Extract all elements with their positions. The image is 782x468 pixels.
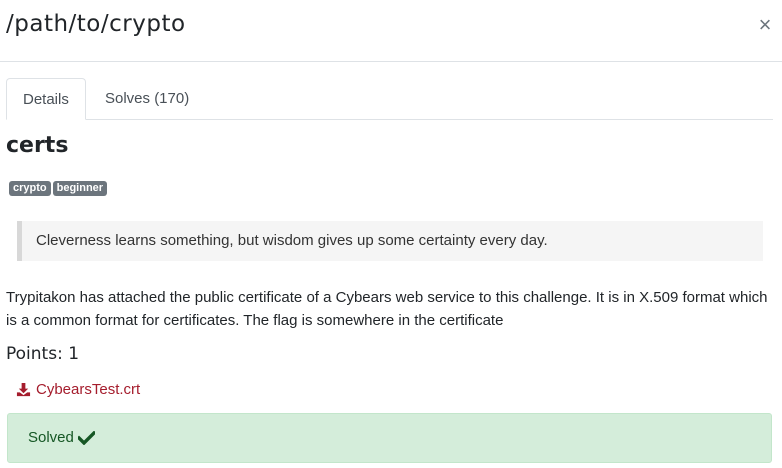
file-download-link[interactable]: CybearsTest.crt (16, 381, 140, 398)
quote-text: Cleverness learns something, but wisdom … (36, 232, 548, 249)
tab-bar: Details Solves (170) (6, 78, 773, 120)
solved-alert: Solved (7, 413, 772, 463)
status-text: Solved (28, 429, 74, 446)
modal-header: /path/to/crypto × (0, 0, 782, 62)
tag-badge: beginner (52, 181, 108, 196)
tag-badge: crypto (9, 181, 51, 196)
download-icon (16, 382, 31, 397)
modal-title: /path/to/crypto (6, 11, 186, 37)
points-label: Points: 1 (6, 344, 80, 364)
tab-solves[interactable]: Solves (170) (89, 78, 205, 120)
challenge-name: certs (6, 133, 69, 158)
check-icon (77, 430, 95, 445)
challenge-quote: Cleverness learns something, but wisdom … (17, 221, 763, 261)
close-button[interactable]: × (754, 12, 776, 38)
file-name: CybearsTest.crt (36, 381, 141, 398)
tag-list: crypto beginner (9, 178, 109, 196)
challenge-description: Trypitakon has attached the public certi… (6, 289, 768, 329)
tab-details[interactable]: Details (6, 78, 86, 120)
